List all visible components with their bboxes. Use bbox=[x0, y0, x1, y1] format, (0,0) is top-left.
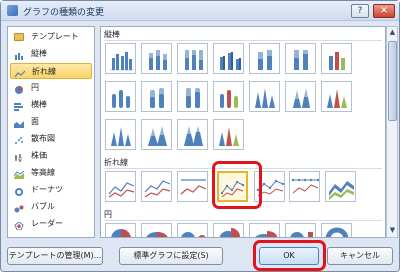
thumb-clustered-cylinder[interactable] bbox=[105, 81, 136, 112]
help-button[interactable]: ? bbox=[351, 4, 369, 18]
thumb-3d-pyramid[interactable] bbox=[213, 119, 244, 150]
thumb-3d-column[interactable] bbox=[321, 43, 352, 74]
thumb-bar-of-pie[interactable] bbox=[285, 223, 316, 237]
thumb-stacked-cone[interactable] bbox=[285, 81, 316, 112]
thumb-3d-cone[interactable] bbox=[321, 81, 352, 112]
thumb-3d-100-stacked-column[interactable] bbox=[285, 43, 316, 74]
close-button[interactable]: ✕ bbox=[373, 4, 395, 18]
thumb-3d-exploded-pie[interactable] bbox=[249, 223, 280, 237]
thumb-100-stacked-cylinder[interactable] bbox=[177, 81, 208, 112]
highlight-ring-ok-button bbox=[253, 240, 326, 271]
category-label: 縦棒 bbox=[31, 49, 47, 58]
highlight-ring-selected-chart bbox=[212, 161, 262, 209]
category-area[interactable]: 面 bbox=[10, 114, 92, 130]
thumb-exploded-pie[interactable] bbox=[213, 223, 244, 237]
thumb-3d-pie[interactable] bbox=[141, 223, 172, 237]
thumb-pie-of-pie[interactable] bbox=[177, 223, 208, 237]
thumb-stacked-line[interactable] bbox=[141, 171, 172, 202]
category-stock[interactable]: 株価 bbox=[10, 148, 92, 164]
category-label: 株価 bbox=[31, 151, 47, 160]
category-label: バブル bbox=[31, 202, 55, 211]
gallery-scrollbar[interactable]: ▲ ▼ bbox=[386, 26, 398, 238]
category-label: 等高線 bbox=[31, 168, 55, 177]
category-bubble[interactable]: バブル bbox=[10, 199, 92, 215]
radar-chart-icon bbox=[14, 220, 24, 231]
category-label: 横棒 bbox=[31, 100, 47, 109]
category-surface[interactable]: 等高線 bbox=[10, 165, 92, 181]
thumb-stacked-pyramid[interactable] bbox=[141, 119, 172, 150]
category-label: 円 bbox=[31, 83, 39, 92]
category-scatter[interactable]: 散布図 bbox=[10, 131, 92, 147]
thumb-clustered-pyramid[interactable] bbox=[105, 119, 136, 150]
dialog-title: グラフの種類の変更 bbox=[23, 8, 105, 18]
thumb-100-stacked-line[interactable] bbox=[177, 171, 208, 202]
category-line[interactable]: 折れ線 bbox=[10, 63, 92, 79]
category-label: 散布図 bbox=[31, 134, 55, 143]
doughnut-chart-icon bbox=[14, 186, 24, 196]
chart-category-list: テンプレート 縦棒 折れ線 円 横棒 面 散布図 株価 等高線 ドーナツ バブル… bbox=[7, 26, 95, 238]
thumb-3d-stacked-column[interactable] bbox=[249, 43, 280, 74]
scroll-up-arrow-icon[interactable]: ▲ bbox=[388, 28, 397, 38]
category-label: レーダー bbox=[31, 219, 63, 228]
thumb-stacked-column[interactable] bbox=[141, 43, 172, 74]
thumb-line[interactable] bbox=[105, 171, 136, 202]
surface-chart-icon bbox=[13, 169, 25, 179]
thumb-clustered-cone[interactable] bbox=[249, 81, 280, 112]
line-chart-icon bbox=[14, 68, 26, 78]
section-header-column: 縦棒 bbox=[104, 29, 382, 41]
category-pie[interactable]: 円 bbox=[10, 80, 92, 96]
category-template[interactable]: テンプレート bbox=[10, 29, 92, 45]
thumb-3d-line[interactable] bbox=[325, 171, 356, 202]
stock-chart-icon bbox=[14, 152, 24, 162]
thumb-3d-clustered-column[interactable] bbox=[213, 43, 244, 74]
thumb-pie[interactable] bbox=[105, 223, 136, 237]
set-default-chart-button[interactable]: 標準グラフに設定(S) bbox=[119, 247, 223, 265]
pie-chart-icon bbox=[14, 84, 24, 94]
category-label: 折れ線 bbox=[32, 67, 56, 76]
category-radar[interactable]: レーダー bbox=[10, 216, 92, 232]
folder-icon bbox=[14, 33, 24, 41]
category-column[interactable]: 縦棒 bbox=[10, 46, 92, 62]
bar-chart-icon bbox=[14, 101, 24, 111]
thumb-100-stacked-line-with-markers[interactable] bbox=[289, 171, 320, 202]
manage-templates-button[interactable]: テンプレートの管理(M)... bbox=[7, 247, 103, 265]
title-bar: グラフの種類の変更 ? ✕ bbox=[1, 1, 399, 21]
thumb-doughnut-pie[interactable] bbox=[321, 223, 352, 237]
thumb-clustered-column[interactable] bbox=[105, 43, 136, 74]
section-header-pie: 円 bbox=[104, 209, 382, 221]
thumb-stacked-cylinder[interactable] bbox=[141, 81, 172, 112]
cancel-button[interactable]: キャンセル bbox=[327, 247, 393, 265]
area-chart-icon bbox=[14, 118, 24, 128]
scatter-chart-icon bbox=[14, 135, 24, 144]
thumb-100-stacked-pyramid[interactable] bbox=[177, 119, 208, 150]
change-chart-type-dialog: グラフの種類の変更 ? ✕ テンプレート 縦棒 折れ線 円 横棒 面 散布図 株… bbox=[0, 0, 400, 272]
category-label: 面 bbox=[31, 117, 39, 126]
scroll-thumb[interactable] bbox=[388, 41, 397, 121]
category-label: テンプレート bbox=[31, 32, 79, 41]
category-label: ドーナツ bbox=[31, 185, 63, 194]
thumb-3d-cylinder[interactable] bbox=[213, 81, 244, 112]
category-doughnut[interactable]: ドーナツ bbox=[10, 182, 92, 198]
scroll-down-arrow-icon[interactable]: ▼ bbox=[388, 226, 397, 236]
category-bar[interactable]: 横棒 bbox=[10, 97, 92, 113]
app-icon bbox=[7, 5, 18, 16]
column-chart-icon bbox=[14, 50, 24, 60]
bubble-chart-icon bbox=[14, 203, 24, 213]
thumb-100-stacked-column[interactable] bbox=[177, 43, 208, 74]
